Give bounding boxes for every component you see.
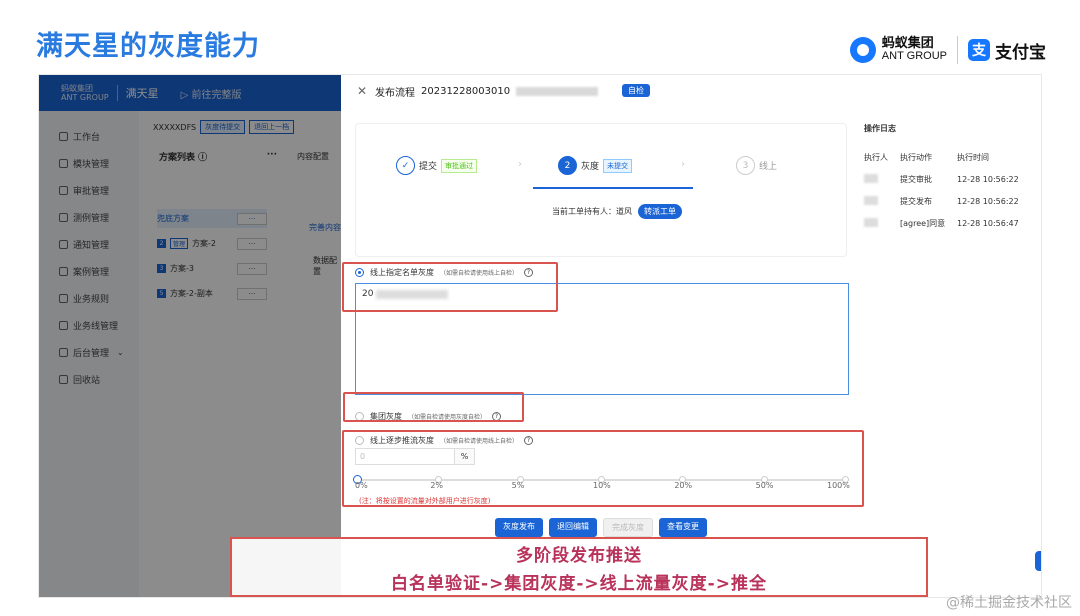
slider-mark-label: 20%	[674, 481, 693, 490]
log-header-cell: 执行时间	[957, 152, 989, 162]
logo-divider	[957, 36, 958, 64]
transfer-ticket-button[interactable]: 转派工单	[638, 204, 682, 219]
redacted-avatar	[864, 217, 878, 227]
redacted-avatar	[864, 195, 878, 205]
ticket-holder: 当前工单持有人：道风 转派工单	[552, 204, 682, 219]
log-title: 操作日志	[864, 124, 896, 133]
question-icon[interactable]: ?	[524, 436, 534, 445]
log-action: 提交审批	[900, 174, 932, 184]
ant-logo-icon	[849, 37, 876, 63]
ant-logo-en: ANT GROUP	[881, 50, 947, 62]
modal-overlay[interactable]	[39, 75, 341, 597]
ticket-holder-label: 当前工单持有人：道风	[552, 207, 632, 216]
percent-input[interactable]: 0 %	[355, 448, 475, 465]
log-action: [agree]同意	[900, 218, 946, 228]
summary-banner: 多阶段发布推送 白名单验证->集团灰度->线上流量灰度->推全	[230, 537, 928, 597]
log-time: 12-28 10:56:47	[957, 218, 1019, 228]
ant-group-logo: 蚂蚁集团 ANT GROUP	[849, 36, 947, 63]
chevron-right-icon: ›	[681, 159, 685, 170]
option-whitelist[interactable]: 线上指定名单灰度 （如需自检请使用线上自检） ?	[355, 267, 534, 278]
action-row: 灰度发布 退回编辑 完成灰度 查看变更	[495, 518, 707, 537]
action-button[interactable]: 退回编辑	[549, 518, 597, 537]
operation-log: 操作日志 执行人 执行动作 执行时间 提交审批 12-28 10:56:22 提交发…	[864, 123, 1030, 234]
redacted-text	[516, 87, 599, 96]
option-hint: （如需自检请使用线上自检）	[440, 270, 519, 277]
question-icon[interactable]: ?	[492, 412, 502, 421]
redacted-avatar	[864, 173, 878, 183]
step-label: 线上	[759, 162, 778, 172]
app-screen: 蚂蚁集团 ANT GROUP 满天星 ▷ 前往完整版 工作台 模块管理 审批管理 测例…	[38, 74, 1042, 598]
percent-unit: %	[454, 449, 474, 464]
log-row: 提交发布 12-28 10:56:22	[864, 190, 1030, 212]
step-gray[interactable]: 2 灰度 未提交	[558, 156, 633, 175]
active-step-indicator	[533, 187, 693, 189]
slider-mark-label: 100%	[827, 481, 850, 490]
slider-mark-label: 2%	[430, 481, 444, 490]
log-row: 提交审批 12-28 10:56:22	[864, 168, 1030, 190]
self-check-button[interactable]: 自检	[622, 84, 650, 97]
action-button[interactable]: 查看变更	[659, 518, 707, 537]
radio-unselected[interactable]	[355, 412, 364, 421]
flow-id: 20231228003010	[421, 86, 511, 97]
option-label: 线上指定名单灰度	[370, 268, 434, 277]
option-hint: （如需自检请使用线上自检）	[440, 438, 519, 445]
drawer-title: 发布流程 20231228003010	[375, 84, 599, 99]
slide-title: 满天星的灰度能力	[36, 31, 260, 62]
step-number: 2	[558, 156, 577, 175]
log-action: 提交发布	[900, 196, 932, 206]
whitelist-textarea[interactable]: 20	[355, 283, 849, 395]
banner-line1: 多阶段发布推送	[516, 545, 642, 566]
log-time: 12-28 10:56:22	[957, 174, 1019, 184]
scroll-handle[interactable]	[1035, 551, 1041, 571]
option-label: 线上逐步推流灰度	[370, 436, 434, 445]
log-row: [agree]同意 12-28 10:56:47	[864, 212, 1030, 234]
traffic-note: (注：将按设置的流量对外部用户进行灰度)	[359, 497, 491, 505]
slider-mark-label: 10%	[593, 481, 611, 490]
drawer-title-prefix: 发布流程	[375, 88, 415, 99]
step-online[interactable]: 3 线上	[736, 156, 777, 175]
textarea-value: 20	[362, 289, 374, 299]
radio-selected[interactable]	[355, 268, 364, 277]
option-hint: （如需自检请使用灰度自检）	[408, 414, 487, 421]
alipay-logo-icon: 支	[968, 39, 990, 61]
step-number: 3	[736, 156, 755, 175]
log-header: 执行人 执行动作 执行时间	[864, 146, 1030, 168]
option-traffic[interactable]: 线上逐步推流灰度 （如需自检请使用线上自检） ?	[355, 435, 534, 446]
step-status-tag: 未提交	[603, 158, 633, 173]
steps-card: ✓ 提交 审批通过 › 2 灰度 未提交 › 3 线上 当前工单持有人：道风 转…	[355, 123, 847, 257]
slider-mark-label: 50%	[755, 481, 774, 490]
action-button: 完成灰度	[603, 518, 653, 537]
step-label: 提交	[419, 162, 438, 172]
close-icon[interactable]: ✕	[357, 84, 367, 98]
step-status-tag: 审批通过	[441, 158, 478, 173]
step-label: 灰度	[581, 162, 600, 172]
slider-mark-label: 5%	[511, 481, 525, 490]
log-header-cell: 执行动作	[900, 152, 932, 162]
watermark: @稀土掘金技术社区	[946, 595, 1072, 611]
step-submit[interactable]: ✓ 提交 审批通过	[396, 156, 478, 175]
alipay-logo-text: 支付宝	[995, 42, 1046, 63]
check-icon: ✓	[396, 156, 415, 175]
banner-line2: 白名单验证->集团灰度->线上流量灰度->推全	[391, 573, 767, 594]
alipay-logo: 支 支付宝	[968, 38, 1046, 63]
ant-logo-cn: 蚂蚁集团	[881, 36, 934, 51]
radio-unselected[interactable]	[355, 436, 364, 445]
action-button[interactable]: 灰度发布	[495, 518, 543, 537]
question-icon[interactable]: ?	[524, 268, 534, 277]
logos: 蚂蚁集团 ANT GROUP 支 支付宝	[849, 36, 1046, 64]
release-drawer: ✕ 发布流程 20231228003010 自检 ✓ 提交 审批通过 › 2 灰…	[341, 75, 1041, 597]
log-time: 12-28 10:56:22	[957, 196, 1019, 206]
percent-value: 0	[360, 452, 366, 461]
chevron-right-icon: ›	[518, 159, 522, 170]
redacted-text	[376, 289, 449, 299]
log-header-cell: 执行人	[864, 152, 888, 162]
slider-mark-label: 0%	[355, 481, 368, 490]
option-label: 集团灰度	[370, 412, 402, 421]
option-group[interactable]: 集团灰度 （如需自检请使用灰度自检） ?	[355, 411, 502, 422]
